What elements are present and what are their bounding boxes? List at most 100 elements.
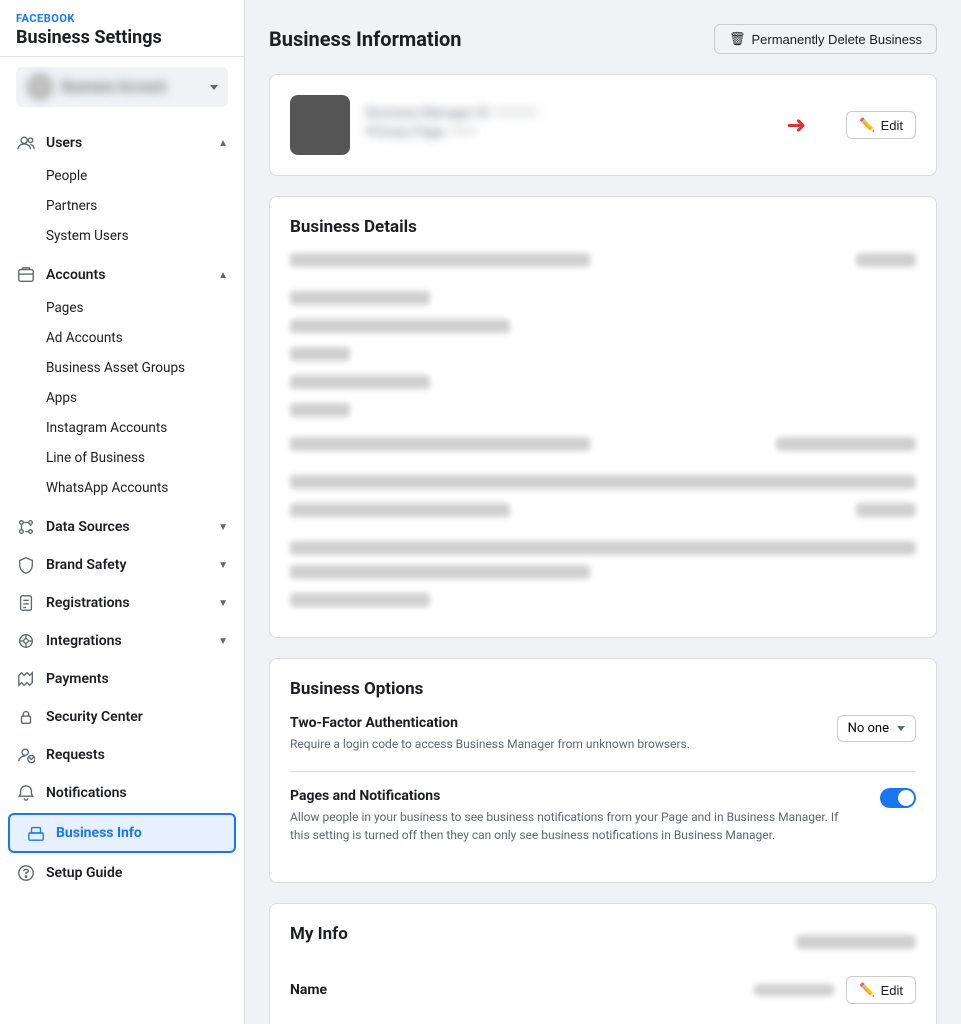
options-divider bbox=[290, 771, 916, 772]
users-label: Users bbox=[46, 135, 82, 151]
primary-page-label: Primary Page: bbox=[366, 125, 447, 140]
my-info-title: My Info bbox=[290, 924, 348, 944]
pages-notifications-option-row: Pages and Notifications Allow people in … bbox=[290, 788, 916, 844]
nav-item-requests[interactable]: Requests bbox=[0, 737, 244, 773]
integrations-icon bbox=[16, 631, 36, 651]
accounts-sub-items: Pages Ad Accounts Business Asset Groups … bbox=[0, 293, 244, 507]
blurred-field-10 bbox=[290, 541, 916, 555]
two-factor-option-row: Two-Factor Authentication Require a logi… bbox=[290, 715, 916, 753]
security-center-icon bbox=[16, 707, 36, 727]
nav-item-security-center[interactable]: Security Center bbox=[0, 699, 244, 735]
account-selector[interactable]: Business Account bbox=[16, 67, 228, 107]
accounts-nav-header[interactable]: Accounts ▲ bbox=[0, 257, 244, 293]
brand-safety-label: Brand Safety bbox=[46, 557, 126, 573]
two-factor-dropdown[interactable]: No one bbox=[837, 715, 916, 742]
business-info-edit-button[interactable]: ✏️ Edit bbox=[846, 111, 916, 139]
brand-safety-section: Brand Safety ▼ bbox=[0, 547, 244, 583]
nav-item-pages[interactable]: Pages bbox=[0, 293, 244, 323]
business-avatar bbox=[290, 95, 350, 155]
two-factor-desc: Require a login code to access Business … bbox=[290, 735, 817, 753]
permanently-delete-button[interactable]: 🗑 Permanently Delete Business bbox=[714, 24, 937, 54]
nav-item-payments[interactable]: Payments bbox=[0, 661, 244, 697]
notifications-icon bbox=[16, 783, 36, 803]
nav-item-setup-guide[interactable]: Setup Guide bbox=[0, 855, 244, 891]
blurred-field-7r bbox=[776, 437, 916, 451]
users-sub-items: People Partners System Users bbox=[0, 161, 244, 255]
payments-section: Payments bbox=[0, 661, 244, 697]
business-manager-id-line: Business Manager ID: •••••••••• bbox=[366, 106, 770, 121]
business-info-section: Business Info bbox=[0, 813, 244, 853]
nav-item-people[interactable]: People bbox=[0, 161, 244, 191]
account-name: Business Account bbox=[62, 80, 204, 95]
sidebar: FACEBOOK Business Settings Business Acco… bbox=[0, 0, 245, 1024]
trash-icon: 🗑 bbox=[729, 31, 746, 47]
business-options-card: Business Options Two-Factor Authenticati… bbox=[269, 658, 937, 883]
nav-item-apps[interactable]: Apps bbox=[0, 383, 244, 413]
blurred-field-12 bbox=[290, 593, 430, 607]
nav-item-line-of-business[interactable]: Line of Business bbox=[0, 443, 244, 473]
delete-btn-label: Permanently Delete Business bbox=[751, 32, 922, 47]
users-nav-header[interactable]: Users ▲ bbox=[0, 125, 244, 161]
blurred-field-1 bbox=[290, 253, 590, 267]
business-info-card: Business Manager ID: •••••••••• Primary … bbox=[269, 74, 937, 176]
my-info-edit-label: Edit bbox=[881, 983, 903, 998]
security-center-label: Security Center bbox=[46, 709, 143, 725]
account-avatar bbox=[26, 73, 54, 101]
nav-item-instagram-accounts[interactable]: Instagram Accounts bbox=[0, 413, 244, 443]
page-header: Business Information 🗑 Permanently Delet… bbox=[269, 24, 937, 54]
nav-item-business-info[interactable]: Business Info bbox=[8, 813, 236, 853]
blurred-field-7 bbox=[290, 437, 590, 451]
brand-safety-nav-header[interactable]: Brand Safety ▼ bbox=[0, 547, 244, 583]
data-sources-section: Data Sources ▼ bbox=[0, 509, 244, 545]
nav-item-notifications[interactable]: Notifications bbox=[0, 775, 244, 811]
two-factor-label: Two-Factor Authentication bbox=[290, 715, 817, 731]
pages-notifications-toggle-container bbox=[880, 788, 916, 808]
integrations-nav-header[interactable]: Integrations ▼ bbox=[0, 623, 244, 659]
business-info-label: Business Info bbox=[56, 825, 142, 841]
blurred-field-11 bbox=[290, 565, 590, 579]
nav-item-partners[interactable]: Partners bbox=[0, 191, 244, 221]
nav-item-whatsapp-accounts[interactable]: WhatsApp Accounts bbox=[0, 473, 244, 503]
two-factor-value: No one bbox=[848, 721, 889, 736]
data-sources-chevron: ▼ bbox=[218, 522, 228, 533]
two-factor-chevron-icon bbox=[897, 726, 905, 731]
blurred-field-9 bbox=[290, 503, 510, 517]
my-info-edit-button[interactable]: ✏️ Edit bbox=[846, 976, 916, 1004]
accounts-icon bbox=[16, 265, 36, 285]
blurred-field-5 bbox=[290, 375, 430, 389]
nav-item-business-asset-groups[interactable]: Business Asset Groups bbox=[0, 353, 244, 383]
my-info-name-value bbox=[754, 984, 834, 996]
sidebar-header: FACEBOOK Business Settings bbox=[0, 0, 244, 57]
primary-page-line: Primary Page: •••••• bbox=[366, 125, 770, 140]
two-factor-control: No one bbox=[837, 715, 916, 742]
data-sources-icon bbox=[16, 517, 36, 537]
users-chevron: ▲ bbox=[218, 138, 228, 149]
my-info-blurred-header bbox=[796, 935, 916, 949]
security-center-section: Security Center bbox=[0, 699, 244, 735]
accounts-chevron: ▲ bbox=[218, 270, 228, 281]
my-info-name-edit-area: ✏️ Edit bbox=[754, 976, 916, 1004]
pages-notifications-label: Pages and Notifications bbox=[290, 788, 860, 804]
registrations-nav-header[interactable]: Registrations ▼ bbox=[0, 585, 244, 621]
registrations-icon bbox=[16, 593, 36, 613]
data-sources-nav-header[interactable]: Data Sources ▼ bbox=[0, 509, 244, 545]
payments-label: Payments bbox=[46, 671, 109, 687]
my-info-card: My Info Name ✏️ Edit bbox=[269, 903, 937, 1024]
my-info-edit-pencil-icon: ✏️ bbox=[859, 982, 875, 998]
nav-item-system-users[interactable]: System Users bbox=[0, 221, 244, 251]
pages-notifications-toggle[interactable] bbox=[880, 788, 916, 808]
pages-notifications-desc: Allow people in your business to see bus… bbox=[290, 808, 860, 844]
page-title: Business Information bbox=[269, 27, 461, 51]
accounts-section: Accounts ▲ Pages Ad Accounts Business As… bbox=[0, 257, 244, 507]
setup-guide-icon bbox=[16, 863, 36, 883]
registrations-label: Registrations bbox=[46, 595, 130, 611]
facebook-logo: FACEBOOK bbox=[16, 12, 228, 25]
setup-guide-section: Setup Guide bbox=[0, 855, 244, 891]
notifications-label: Notifications bbox=[46, 785, 127, 801]
nav-item-ad-accounts[interactable]: Ad Accounts bbox=[0, 323, 244, 353]
accounts-label: Accounts bbox=[46, 267, 105, 283]
requests-label: Requests bbox=[46, 747, 105, 763]
data-sources-label: Data Sources bbox=[46, 519, 130, 535]
notifications-section: Notifications bbox=[0, 775, 244, 811]
business-details-card: Business Details bbox=[269, 196, 937, 638]
